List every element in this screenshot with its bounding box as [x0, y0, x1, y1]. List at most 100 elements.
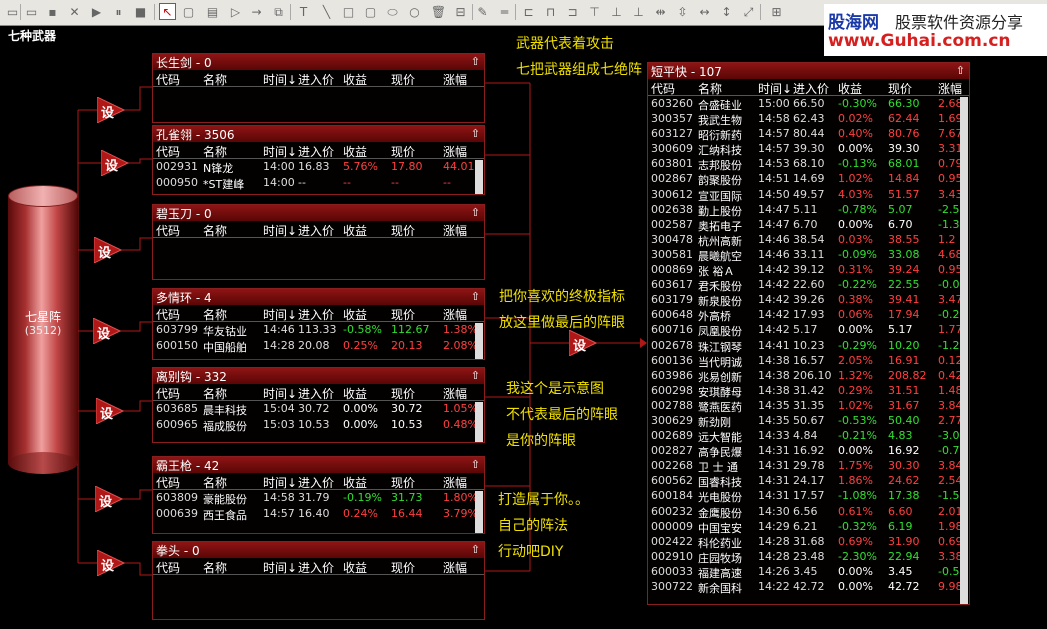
distribute-v-icon[interactable]: ⇳	[674, 3, 691, 20]
set-button[interactable]: 设	[94, 237, 122, 263]
scrollbar[interactable]	[475, 491, 483, 533]
table-row[interactable]: 300357 我武生物 14:58 62.43 0.02% 62.44 1.69	[648, 111, 969, 127]
weapon-panel[interactable]: 离别钩 - 332 ⇧ 代码 名称 时间↓ 进入价 收益 现价 涨幅 603685 晨丰科技 15:0…	[152, 367, 485, 443]
set-button[interactable]: 设	[93, 318, 121, 344]
panel-header[interactable]: 碧玉刀 - 0 ⇧	[153, 205, 484, 221]
table-row[interactable]: 300478 杭州高新 14:46 38.54 0.03% 38.55 1.2	[648, 232, 969, 248]
qixingzhen-cylinder[interactable]: 七星阵 (3512)	[8, 185, 78, 475]
panel-header[interactable]: 长生剑 - 0 ⇧	[153, 54, 484, 70]
column-header[interactable]: 名称	[203, 474, 227, 491]
table-row[interactable]: 600648 外高桥 14:42 17.93 0.06% 17.94 -0.2	[648, 307, 969, 323]
weapon-panel[interactable]: 拳头 - 0 ⇧ 代码 名称 时间↓ 进入价 收益 现价 涨幅	[152, 541, 485, 620]
column-header[interactable]: 涨幅	[443, 143, 467, 160]
column-header[interactable]: 代码	[156, 222, 180, 239]
same-width-icon[interactable]: ↔	[696, 3, 713, 20]
table-row[interactable]: 002689 远大智能 14:33 4.84 -0.21% 4.83 -3.0	[648, 428, 969, 444]
panel-pin-icon[interactable]: ⇧	[471, 543, 480, 556]
panel-pin-icon[interactable]: ⇧	[471, 458, 480, 471]
column-header[interactable]: 进入价	[298, 474, 334, 491]
table-row[interactable]: 603986 兆易创新 14:38 206.10 1.32% 208.82 0.42	[648, 368, 969, 384]
column-header[interactable]: 收益	[343, 474, 367, 491]
table-row[interactable]: 600232 金鹰股份 14:30 6.56 0.61% 6.60 2.01	[648, 504, 969, 520]
same-size-icon[interactable]: ⤢	[740, 3, 757, 20]
table-row[interactable]: 600033 福建高速 14:26 3.45 0.00% 3.45 -0.5	[648, 564, 969, 580]
column-header[interactable]: 时间↓	[263, 385, 297, 402]
panel-pin-icon[interactable]: ⇧	[471, 206, 480, 219]
circle-icon[interactable]: ○	[406, 3, 423, 20]
table-row[interactable]: 300722 新余国科 14:22 42.72 0.00% 42.72 9.98	[648, 579, 969, 595]
table-row[interactable]: 300629 新劲刚 14:35 50.67 -0.53% 50.40 2.77	[648, 413, 969, 429]
table-row[interactable]: 600965 福成股份 15:03 10.53 0.00% 10.53 0.48%	[153, 417, 484, 433]
column-header[interactable]: 涨幅	[443, 306, 467, 323]
column-header[interactable]: 收益	[343, 306, 367, 323]
align-left-icon[interactable]: ⊏	[520, 3, 537, 20]
column-header[interactable]: 收益	[343, 143, 367, 160]
column-header[interactable]: 现价	[391, 71, 415, 88]
table-row[interactable]: 002587 奥拓电子 14:47 6.70 0.00% 6.70 -1.3	[648, 217, 969, 233]
column-header[interactable]: 时间↓	[263, 143, 297, 160]
column-header[interactable]: 时间↓	[263, 559, 297, 576]
paint-icon[interactable]: ✎	[474, 3, 491, 20]
panel-duanpingkuai[interactable]: 短平快 - 107 ⇧ 代码 名称 时间↓ 进入价 收益 现价 涨幅 603260 合盛硅业 15:0…	[647, 62, 970, 605]
set-button[interactable]: 设	[101, 150, 129, 176]
new-icon[interactable]: ▭	[4, 3, 21, 20]
panel-header[interactable]: 孔雀翎 - 3506 ⇧	[153, 126, 484, 142]
column-header[interactable]: 代码	[156, 306, 180, 323]
table-row[interactable]: 300612 宣亚国际 14:50 49.57 4.03% 51.57 3.43	[648, 187, 969, 203]
pause-icon[interactable]: ⏸	[110, 3, 127, 20]
panel-pin-icon[interactable]: ⇧	[956, 64, 965, 77]
column-header[interactable]: 名称	[203, 559, 227, 576]
table-row[interactable]: 600716 凤凰股份 14:42 5.17 0.00% 5.17 1.77	[648, 322, 969, 338]
play-icon[interactable]: ▶	[88, 3, 105, 20]
column-header[interactable]: 名称	[203, 71, 227, 88]
panel-header[interactable]: 离别钩 - 332 ⇧	[153, 368, 484, 384]
line-color-icon[interactable]: ═	[496, 3, 513, 20]
column-header[interactable]: 时间↓	[263, 71, 297, 88]
table-row[interactable]: 300609 汇纳科技 14:57 39.30 0.00% 39.30 3.31	[648, 141, 969, 157]
rect-round-icon[interactable]: ▢	[180, 3, 197, 20]
align-center-icon[interactable]: ⊓	[542, 3, 559, 20]
column-header[interactable]: 进入价	[298, 559, 334, 576]
table-row[interactable]: 002268 卫 士 通 14:31 29.78 1.75% 30.30 3.84	[648, 458, 969, 474]
square-icon[interactable]: □	[340, 3, 357, 20]
table-row[interactable]: 002931 N锋龙 14:00 16.83 5.76% 17.80 44.01	[153, 159, 484, 175]
table-row[interactable]: 002827 高争民爆 14:31 16.92 0.00% 16.92 -0.7	[648, 443, 969, 459]
table-row[interactable]: 300581 晨曦航空 14:46 33.11 -0.09% 33.08 4.68	[648, 247, 969, 263]
panel-header[interactable]: 短平快 - 107 ⇧	[648, 63, 969, 79]
column-header[interactable]: 收益	[838, 80, 862, 97]
table-row[interactable]: 002422 科伦药业 14:28 31.68 0.69% 31.90 0.69	[648, 534, 969, 550]
distribute-h-icon[interactable]: ⇹	[652, 3, 669, 20]
column-header[interactable]: 进入价	[298, 222, 334, 239]
table-row[interactable]: 000009 中国宝安 14:29 6.21 -0.32% 6.19 1.98	[648, 519, 969, 535]
table-row[interactable]: 600136 当代明诚 14:38 16.57 2.05% 16.91 0.12	[648, 353, 969, 369]
table-row[interactable]: 603617 君禾股份 14:42 22.60 -0.22% 22.55 -0.0	[648, 277, 969, 293]
scrollbar[interactable]	[475, 323, 483, 359]
weapon-panel[interactable]: 孔雀翎 - 3506 ⇧ 代码 名称 时间↓ 进入价 收益 现价 涨幅 002931 N锋龙 14:0…	[152, 125, 485, 195]
column-header[interactable]: 时间↓	[758, 80, 792, 97]
align-middle-icon[interactable]: ⊥	[608, 3, 625, 20]
column-header[interactable]: 代码	[156, 143, 180, 160]
column-header[interactable]: 涨幅	[938, 80, 962, 97]
table-row[interactable]: 000639 西王食品 14:57 16.40 0.24% 16.44 3.79%	[153, 506, 484, 522]
rounded-rect-icon[interactable]: ▢	[362, 3, 379, 20]
column-header[interactable]: 名称	[203, 222, 227, 239]
column-header[interactable]: 代码	[156, 71, 180, 88]
column-header[interactable]: 代码	[156, 385, 180, 402]
table-row[interactable]: 000950 *ST建峰 14:00 -- -- -- --	[153, 175, 484, 191]
table-row[interactable]: 603685 晨丰科技 15:04 30.72 0.00% 30.72 1.05%	[153, 401, 484, 417]
column-header[interactable]: 进入价	[793, 80, 829, 97]
weapon-panel[interactable]: 多情环 - 4 ⇧ 代码 名称 时间↓ 进入价 收益 现价 涨幅 603799 华友钴业 14:46 1…	[152, 288, 485, 360]
column-header[interactable]: 涨幅	[443, 385, 467, 402]
trash-icon[interactable]: 🗑	[430, 3, 447, 20]
panel-header[interactable]: 拳头 - 0 ⇧	[153, 542, 484, 558]
column-header[interactable]: 现价	[391, 143, 415, 160]
table-row[interactable]: 603260 合盛硅业 15:00 66.50 -0.30% 66.30 2.68	[648, 96, 969, 112]
set-button[interactable]: 设	[97, 97, 125, 123]
panel-pin-icon[interactable]: ⇧	[471, 55, 480, 68]
pointer-icon[interactable]: ↖	[159, 3, 176, 20]
note-icon[interactable]: ▤	[204, 3, 221, 20]
table-row[interactable]: 603799 华友钴业 14:46 113.33 -0.58% 112.67 1.38%	[153, 322, 484, 338]
panel-pin-icon[interactable]: ⇧	[471, 369, 480, 382]
set-button[interactable]: 设	[569, 330, 597, 356]
column-header[interactable]: 涨幅	[443, 559, 467, 576]
